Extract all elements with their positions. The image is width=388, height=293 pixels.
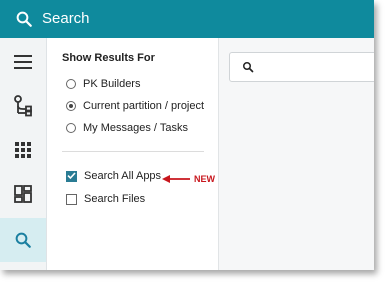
results-area [219, 38, 374, 270]
scope-option-current-partition[interactable]: Current partition / project [66, 100, 204, 112]
menu-button[interactable] [0, 40, 46, 84]
search-all-apps-option[interactable]: Search All Apps [66, 170, 161, 182]
left-nav-rail [0, 38, 47, 270]
scope-option-label: Current partition / project [83, 100, 205, 112]
apps-grid-icon [15, 142, 31, 158]
page-title: Search [42, 10, 90, 27]
search-files-option[interactable]: Search Files [66, 193, 145, 205]
app-window: Search Show Results For PK Builders Curr… [0, 0, 374, 270]
arrow-left-icon [162, 175, 190, 183]
new-label: NEW [194, 174, 215, 184]
search-files-label: Search Files [84, 193, 146, 205]
scope-option-label: PK Builders [83, 78, 141, 90]
scope-option-my-messages[interactable]: My Messages / Tasks [66, 122, 188, 134]
dashboard-button[interactable] [0, 172, 46, 216]
apps-button[interactable] [0, 128, 46, 172]
filter-panel-title: Show Results For [62, 52, 155, 64]
search-box[interactable] [229, 52, 374, 82]
radio-button[interactable] [66, 123, 76, 133]
scope-option-pk-builders[interactable]: PK Builders [66, 78, 140, 90]
search-files-checkbox[interactable] [66, 193, 77, 205]
filter-panel: Show Results For PK Builders Current par… [47, 38, 217, 270]
search-input[interactable] [260, 57, 374, 77]
radio-button[interactable] [66, 79, 76, 89]
search-icon[interactable] [15, 10, 33, 28]
divider [62, 151, 204, 152]
search-icon [15, 232, 31, 248]
scope-option-label: My Messages / Tasks [83, 122, 188, 134]
search-icon [243, 62, 254, 73]
search-all-apps-checkbox[interactable] [66, 170, 77, 182]
dashboard-icon [14, 185, 32, 203]
radio-button-selected[interactable] [66, 101, 76, 111]
search-all-apps-label: Search All Apps [84, 170, 162, 182]
new-feature-callout: NEW [162, 173, 222, 187]
hamburger-menu-icon [14, 55, 32, 69]
search-nav-button[interactable] [0, 218, 46, 262]
top-bar: Search [0, 0, 374, 38]
checkmark-icon [66, 172, 76, 180]
workflow-tree-icon [14, 95, 32, 117]
workflow-button[interactable] [0, 84, 46, 128]
